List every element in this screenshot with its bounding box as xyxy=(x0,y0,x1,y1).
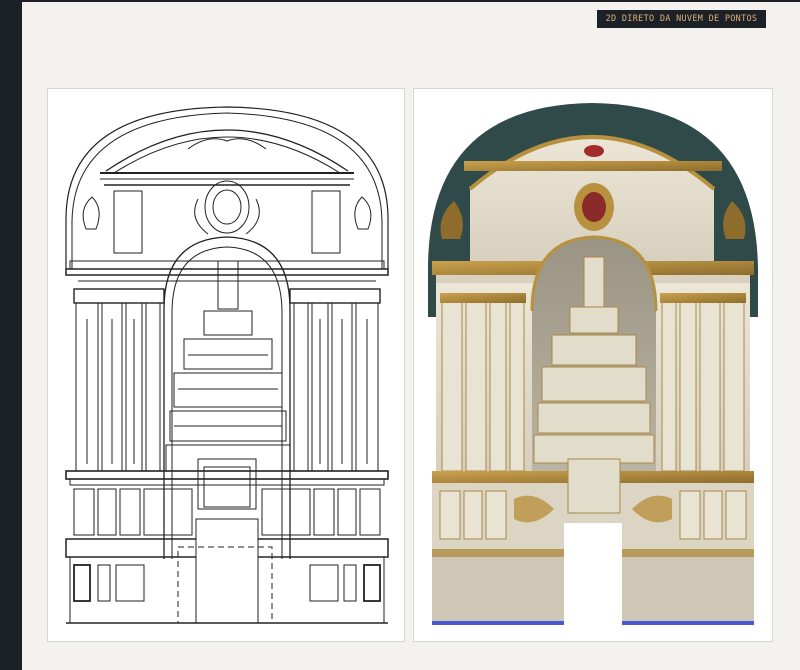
top-border xyxy=(0,0,800,2)
point-cloud-panel xyxy=(413,88,773,642)
line-drawing-panel xyxy=(47,88,405,642)
altarpiece-point-cloud-render xyxy=(428,103,758,625)
sidebar xyxy=(0,0,22,670)
view-mode-badge: 2D DIRETO DA NUVEM DE PONTOS xyxy=(597,10,766,28)
altarpiece-line-drawing xyxy=(65,106,389,624)
